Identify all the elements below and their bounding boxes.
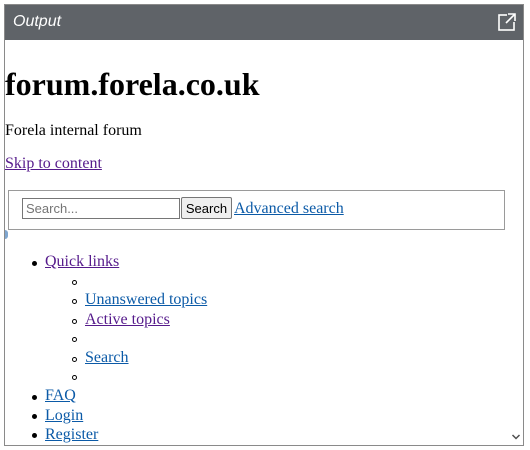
sub-list-bullet [72,299,77,304]
list-bullet [32,433,37,438]
edge-marker [5,230,8,239]
skip-to-content-link[interactable]: Skip to content [5,154,102,174]
output-panel-header: Output [5,5,523,40]
output-panel: Output forum.forela.co.uk Forela interna… [4,4,524,446]
site-title: forum.forela.co.uk [5,66,260,102]
site-description: Forela internal forum [5,122,142,139]
quick-links-link[interactable]: Quick links [45,252,119,272]
output-viewport[interactable]: forum.forela.co.uk Forela internal forum… [5,40,523,445]
register-link[interactable]: Register [45,425,98,445]
active-topics-link[interactable]: Active topics [85,310,170,330]
sub-list-bullet [72,319,77,324]
unanswered-topics-link[interactable]: Unanswered topics [85,290,207,310]
chevron-down-icon[interactable] [511,432,521,442]
search-link[interactable]: Search [85,348,129,368]
panel-title: Output [13,13,62,30]
login-link[interactable]: Login [45,406,83,426]
sub-list-bullet [72,357,77,362]
search-input[interactable] [22,198,180,219]
advanced-search-link[interactable]: Advanced search [234,199,344,219]
list-bullet [32,395,37,400]
faq-link[interactable]: FAQ [45,386,76,406]
external-link-icon[interactable] [497,12,517,32]
vertical-scrollbar[interactable] [509,40,523,445]
sub-list-bullet [72,375,77,380]
search-button[interactable]: Search [181,197,232,219]
search-box: Search Advanced search [8,190,505,230]
sub-list-bullet [72,280,77,285]
sub-list-bullet [72,337,77,342]
list-bullet [32,261,37,266]
list-bullet [32,414,37,419]
